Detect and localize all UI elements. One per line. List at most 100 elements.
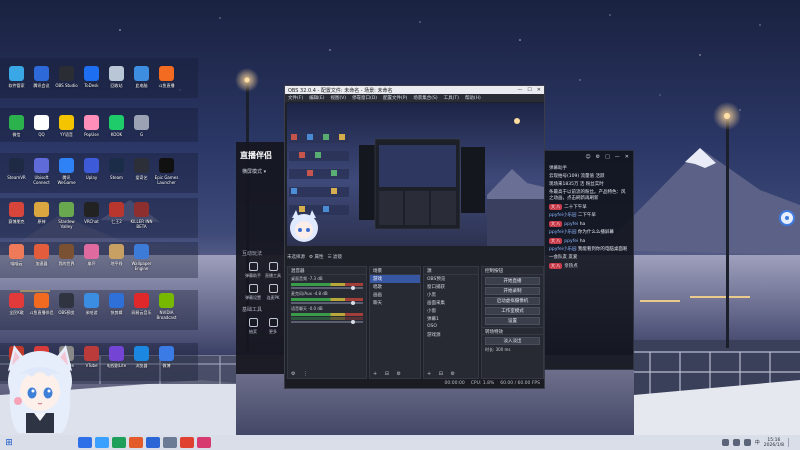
scene-item[interactable]: 聊天	[370, 299, 420, 307]
desktop-shortcut[interactable]: Steam	[104, 158, 129, 185]
menu-tools[interactable]: 工具(T)	[444, 95, 459, 101]
live-mode-select[interactable]: 横屏模式 ▾	[242, 168, 266, 175]
windows-start-icon[interactable]: ⊞	[0, 435, 18, 450]
taskbar-app-icon[interactable]	[112, 437, 126, 448]
settings-button[interactable]: 设置	[485, 317, 540, 325]
desktop-shortcut[interactable]: VTube	[79, 346, 104, 373]
filters-button[interactable]: ☰ 滤镜	[327, 254, 341, 260]
source-item[interactable]: OSO	[424, 323, 478, 331]
source-item[interactable]: 小窗	[424, 307, 478, 315]
tool-link-pk[interactable]: 连麦PK	[263, 284, 283, 301]
desktop-shortcut[interactable]: 仁王2	[104, 202, 129, 229]
desktop-shortcut[interactable]: OBS预览	[54, 293, 79, 320]
source-item[interactable]: 游戏源	[424, 331, 478, 339]
desktop-shortcut[interactable]: 斗鱼直播	[154, 66, 179, 93]
floating-assistant-button[interactable]	[779, 210, 795, 226]
taskbar-app-icon[interactable]	[180, 437, 194, 448]
sources-footer-icons[interactable]: + ⊟ ⚙	[427, 371, 458, 377]
scenes-footer-icons[interactable]: + ⊟ ⚙	[373, 371, 404, 377]
chat-username[interactable]: ppyfei	[564, 239, 578, 244]
input-method-indicator[interactable]: 中	[755, 439, 760, 446]
close-icon[interactable]: ✕	[537, 87, 541, 93]
start-streaming-button[interactable]: 开始直播	[485, 277, 540, 285]
desktop-shortcut[interactable]: 微信	[4, 115, 29, 142]
close-icon[interactable]: ✕	[625, 154, 629, 160]
desktop-shortcut[interactable]: 此电脑	[129, 66, 154, 93]
tool-more[interactable]: 更多	[263, 318, 283, 335]
menu-edit[interactable]: 编辑(E)	[309, 95, 324, 101]
source-item[interactable]: OBS预览	[424, 275, 478, 283]
scene-item[interactable]: 游戏	[370, 275, 420, 283]
maximize-icon[interactable]: ☐	[527, 87, 531, 93]
mixer-footer-icons[interactable]: ⚙ ⋮	[291, 371, 311, 377]
tool-danmaku-settings[interactable]: 弹幕设置	[243, 284, 263, 301]
desktop-shortcut[interactable]: NVIDIA Broadcast	[154, 293, 179, 320]
desktop-shortcut[interactable]: 原神	[29, 202, 54, 229]
chevron-up-icon[interactable]	[721, 439, 729, 446]
desktop-shortcut[interactable]: 腾讯会议	[29, 66, 54, 93]
virtual-camera-button[interactable]: 启动虚拟摄像机	[485, 297, 540, 305]
emoji-icon[interactable]: ☺	[585, 154, 590, 160]
menu-scene-collection[interactable]: 场景集合(S)	[413, 95, 437, 101]
chat-username[interactable]: ppyfei小乐园	[549, 230, 576, 235]
properties-button[interactable]: ⚙ 属性	[309, 254, 323, 260]
tool-lottery[interactable]: 抽奖	[243, 318, 263, 335]
desktop-shortcut[interactable]: Uplay	[79, 158, 104, 185]
desktop-shortcut[interactable]: OBS Studio	[54, 66, 79, 93]
desktop-shortcut[interactable]: 加速器	[29, 244, 54, 271]
menu-help[interactable]: 帮助(H)	[465, 95, 481, 101]
desktop-shortcut[interactable]: Wallpaper Engine	[129, 244, 154, 271]
obs-titlebar[interactable]: OBS 32.0.4 - 配置文件: 未命名 - 场景: 未命名 — ☐ ✕	[285, 86, 544, 94]
source-item[interactable]: 弹幕1	[424, 315, 478, 323]
desktop-shortcut[interactable]: ToDesk	[79, 66, 104, 93]
start-recording-button[interactable]: 开始录制	[485, 287, 540, 295]
window-icon[interactable]: □	[605, 154, 610, 160]
desktop-shortcut[interactable]: 爱奇艺	[129, 158, 154, 185]
desktop-shortcut[interactable]: 斗鱼直播伴侣	[29, 293, 54, 320]
desktop-shortcut[interactable]: 腾讯WeGame	[54, 158, 79, 185]
gear-icon[interactable]: ⚙	[596, 154, 600, 160]
desktop-shortcut[interactable]: PopUse	[79, 115, 104, 142]
desktop-shortcut[interactable]: 微博	[154, 346, 179, 373]
desktop-shortcut[interactable]: Stardew Valley	[54, 202, 79, 229]
taskbar-app-icon[interactable]	[146, 437, 160, 448]
menu-view[interactable]: 视图(V)	[330, 95, 346, 101]
desktop-shortcut[interactable]: VRChat	[79, 202, 104, 229]
source-item[interactable]: 小黑	[424, 291, 478, 299]
source-item[interactable]: 窗口捕获	[424, 283, 478, 291]
desktop-shortcut[interactable]: 我的世界	[54, 244, 79, 271]
desktop-shortcut[interactable]: Epic Games Launcher	[154, 158, 179, 185]
desktop-shortcut[interactable]: 电视剧Lite	[104, 346, 129, 373]
desktop-shortcut[interactable]: 网易云音乐	[129, 293, 154, 320]
chat-username[interactable]: ppyfei	[564, 222, 578, 227]
menu-file[interactable]: 文件(F)	[288, 95, 303, 101]
minimize-icon[interactable]: —	[517, 87, 522, 93]
desktop-shortcut[interactable]: 崩坏	[79, 244, 104, 271]
chat-username[interactable]: ppyfei小乐园	[549, 213, 576, 218]
desktop-shortcut[interactable]: 快剪辑	[104, 293, 129, 320]
minimize-icon[interactable]: —	[615, 154, 620, 160]
taskbar-app-icon[interactable]	[163, 437, 177, 448]
transition-duration[interactable]: 时长: 300 ms	[485, 347, 540, 353]
desktop-shortcut[interactable]: 软件管家	[4, 66, 29, 93]
show-desktop-button[interactable]	[788, 438, 794, 447]
tool-live-tools[interactable]: 直播工具	[263, 262, 283, 279]
chat-username[interactable]: ppyfei小乐园	[549, 247, 576, 252]
volume-slider-mic[interactable]	[291, 301, 363, 305]
desktop-shortcut[interactable]: KOOK	[104, 115, 129, 142]
taskbar-app-icon[interactable]	[95, 437, 109, 448]
taskbar-app-icon[interactable]	[197, 437, 211, 448]
obs-preview-canvas[interactable]	[287, 103, 544, 246]
scene-item[interactable]: 唱歌	[370, 283, 420, 291]
studio-mode-button[interactable]: 工作室模式	[485, 307, 540, 315]
desktop-shortcut[interactable]: QQ	[29, 115, 54, 142]
desktop-shortcut[interactable]: G	[129, 115, 154, 142]
volume-slider-desktop[interactable]	[291, 286, 363, 290]
desktop-shortcut[interactable]: 全民K歌	[4, 293, 29, 320]
chat-message-list[interactable]: 云现拍号(109) 流量值 活跃 现场来1835万 活 粉丝实时 条最高于以前流的粉…	[545, 173, 633, 271]
menu-profile[interactable]: 配置文件(P)	[383, 95, 407, 101]
desktop-shortcut[interactable]: YY语音	[54, 115, 79, 142]
system-clock[interactable]: 15:16 2026/1/8	[764, 438, 784, 448]
desktop-shortcut[interactable]: 赛博朋克	[4, 202, 29, 229]
source-item[interactable]: 画面采集	[424, 299, 478, 307]
